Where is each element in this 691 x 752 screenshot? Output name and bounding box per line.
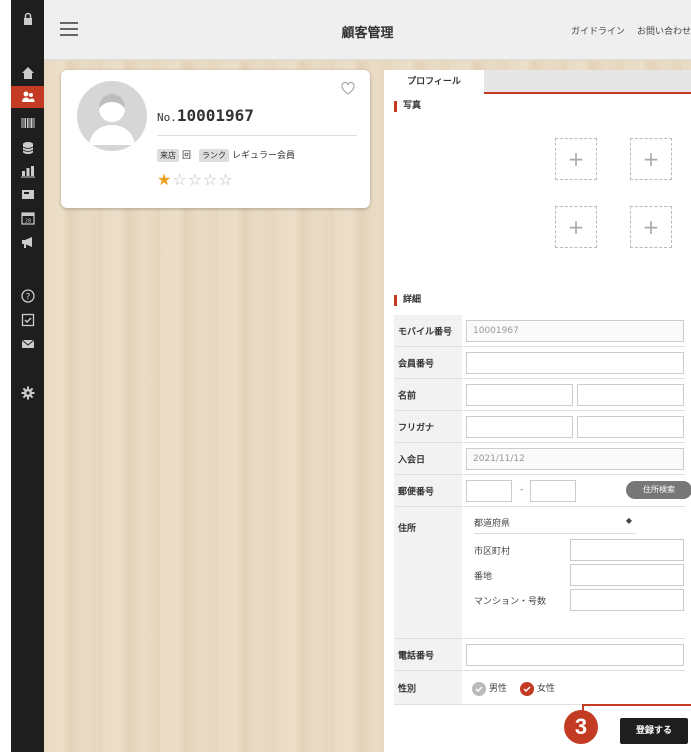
star-empty-icon[interactable]: ☆ <box>172 170 187 189</box>
register-button[interactable]: 登録する <box>620 718 688 744</box>
phone-input[interactable] <box>466 644 684 666</box>
rank-tag: ランク <box>199 149 230 162</box>
last-name-input[interactable] <box>466 384 573 406</box>
visit-rank-info: 来店回ランク レギュラー会員 <box>157 148 295 162</box>
home-icon[interactable] <box>11 62 44 84</box>
check-icon <box>472 681 486 696</box>
form-row-member-no: 会員番号 <box>394 347 685 379</box>
form-row-gender: 性別 男性 女性 <box>394 671 685 705</box>
member-number-input[interactable] <box>466 352 684 374</box>
field-label: 郵便番号 <box>394 475 462 506</box>
first-name-kana-input[interactable] <box>577 416 684 438</box>
building-input[interactable] <box>570 589 684 611</box>
postal-code-first-input[interactable] <box>466 480 512 502</box>
field-label: 住所 <box>394 507 462 638</box>
form-row-postal: 郵便番号 - 住所検索 <box>394 475 691 507</box>
check-icon <box>520 681 534 696</box>
field-label: 会員番号 <box>394 347 462 378</box>
join-date-field[interactable]: 2021/11/12 <box>466 448 684 470</box>
star-empty-icon[interactable]: ☆ <box>218 170 233 189</box>
form-row-join-date: 入会日 2021/11/12 <box>394 443 685 475</box>
field-label: 入会日 <box>394 443 462 474</box>
header: 顧客管理 ガイドライン お問い合わせ <box>44 0 691 60</box>
guideline-link[interactable]: ガイドライン <box>571 27 625 37</box>
svg-text:?: ? <box>25 293 30 303</box>
customer-summary-card: No.10001967 来店回ランク レギュラー会員 ★☆☆☆☆ <box>61 70 370 208</box>
star-empty-icon[interactable]: ☆ <box>203 170 218 189</box>
divider <box>157 135 357 136</box>
detail-section-title: 詳細 <box>394 295 421 306</box>
form-row-phone: 電話番号 <box>394 639 685 671</box>
photo-section-title: 写真 <box>394 101 421 112</box>
add-photo-button[interactable]: + <box>555 138 597 180</box>
tab-bar: プロフィール <box>384 70 691 94</box>
sidebar: 28 ? <box>0 0 44 752</box>
building-label: マンション・号数 <box>474 597 547 607</box>
barcode-icon[interactable] <box>11 112 44 134</box>
app-root: 28 ? 顧客管理 ガイドライン お問い合わせ No.10001967 来店 回… <box>0 0 691 752</box>
address-search-button[interactable]: 住所検索 <box>626 481 691 499</box>
lock-icon[interactable] <box>11 8 44 30</box>
postal-separator: - <box>520 485 524 495</box>
gender-female-radio[interactable]: 女性 <box>520 681 555 696</box>
checkbox-icon[interactable] <box>11 309 44 331</box>
annotation-line <box>582 704 691 706</box>
settings-gear-icon[interactable] <box>11 382 44 404</box>
field-label: 名前 <box>394 379 462 410</box>
field-label: モバイル番号 <box>394 315 462 346</box>
last-name-kana-input[interactable] <box>466 416 573 438</box>
help-icon[interactable]: ? <box>11 285 44 307</box>
customer-icon[interactable] <box>11 86 44 108</box>
street-label: 番地 <box>474 572 493 582</box>
star-filled-icon[interactable]: ★ <box>157 170 172 189</box>
add-photo-button[interactable]: + <box>630 138 672 180</box>
star-empty-icon[interactable]: ☆ <box>188 170 203 189</box>
mail-icon[interactable] <box>11 333 44 355</box>
city-label: 市区町村 <box>474 547 511 557</box>
add-photo-button[interactable]: + <box>630 206 672 248</box>
field-label: 電話番号 <box>394 639 462 670</box>
tab-profile[interactable]: プロフィール <box>384 70 484 94</box>
postal-code-second-input[interactable] <box>530 480 576 502</box>
form-row-furigana: フリガナ <box>394 411 685 443</box>
field-label: 性別 <box>394 671 462 704</box>
megaphone-icon[interactable] <box>11 231 44 253</box>
form-row-address: 住所 都道府県 ◆ 市区町村 番地 マンション・号数 <box>394 507 685 639</box>
avatar <box>77 81 147 151</box>
svg-text:28: 28 <box>24 219 30 225</box>
select-arrow-icon: ◆ <box>625 516 632 525</box>
gender-male-radio[interactable]: 男性 <box>472 681 507 696</box>
visit-tag: 来店 <box>157 149 179 162</box>
star-rating[interactable]: ★☆☆☆☆ <box>157 170 234 189</box>
favorite-heart-icon[interactable] <box>340 80 356 96</box>
analytics-icon[interactable] <box>11 160 44 182</box>
visit-count: 回 <box>182 151 192 161</box>
contact-link[interactable]: お問い合わせ <box>637 27 691 37</box>
city-input[interactable] <box>570 539 684 561</box>
add-photo-button[interactable]: + <box>555 206 597 248</box>
database-icon[interactable] <box>11 137 44 159</box>
member-number: No.10001967 <box>157 106 254 125</box>
card-icon[interactable] <box>11 183 44 205</box>
header-links: ガイドライン お問い合わせ <box>559 24 691 37</box>
prefecture-select[interactable]: 都道府県 ◆ <box>474 516 636 534</box>
mobile-number-field[interactable]: 10001967 <box>466 320 684 342</box>
form-row-mobile: モバイル番号 10001967 <box>394 315 685 347</box>
first-name-input[interactable] <box>577 384 684 406</box>
calendar-icon[interactable]: 28 <box>11 207 44 229</box>
form-row-name: 名前 <box>394 379 685 411</box>
sidebar-bar: 28 ? <box>11 0 44 752</box>
field-label: フリガナ <box>394 411 462 442</box>
street-input[interactable] <box>570 564 684 586</box>
profile-panel: プロフィール 写真 + + + + 詳細 モバイル番号 10001967 会員番… <box>384 70 691 752</box>
step-number-badge: 3 <box>564 710 598 744</box>
rank-value: レギュラー会員 <box>232 151 296 161</box>
